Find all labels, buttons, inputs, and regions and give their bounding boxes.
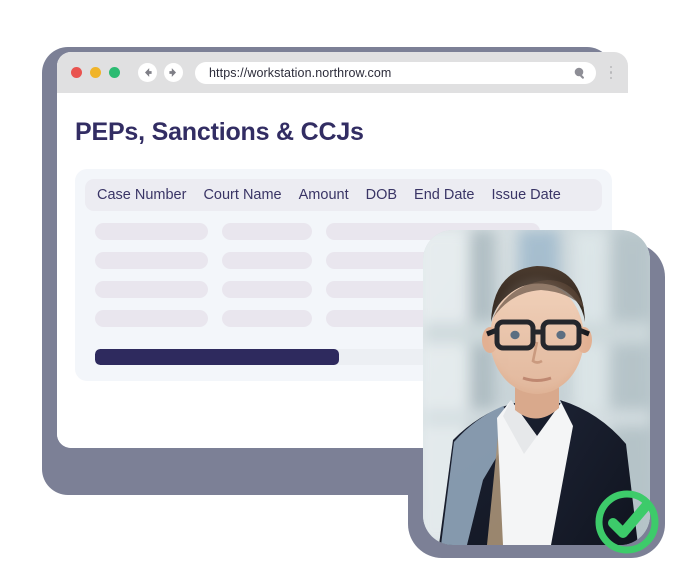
url-text[interactable]: https://workstation.northrow.com: [209, 66, 573, 80]
forward-button[interactable]: [164, 63, 183, 82]
arrow-right-icon: [169, 68, 176, 77]
back-button[interactable]: [138, 63, 157, 82]
column-header-amount[interactable]: Amount: [299, 187, 349, 203]
skeleton-cell: [222, 252, 312, 269]
search-icon[interactable]: [573, 66, 587, 80]
kebab-dot: [609, 76, 613, 80]
skeleton-cell: [95, 223, 208, 240]
check-circle-icon: [595, 490, 659, 554]
traffic-lights: [71, 67, 120, 78]
browser-menu-button[interactable]: [604, 65, 618, 80]
skeleton-cell: [95, 252, 208, 269]
minimize-window-button[interactable]: [90, 67, 101, 78]
arrow-left-icon: [145, 68, 152, 77]
kebab-dot: [609, 65, 613, 69]
browser-toolbar: https://workstation.northrow.com: [57, 52, 628, 93]
kebab-dot: [609, 71, 613, 74]
page-title: PEPs, Sanctions & CCJs: [75, 118, 364, 146]
skeleton-cell: [222, 310, 312, 327]
progress-bar-fill: [95, 349, 339, 365]
table-header-row: Case Number Court Name Amount DOB End Da…: [85, 179, 602, 211]
column-header-case-number[interactable]: Case Number: [97, 187, 186, 203]
maximize-window-button[interactable]: [109, 67, 120, 78]
skeleton-cell: [222, 281, 312, 298]
verified-badge: [592, 487, 662, 557]
navigation-buttons: [138, 63, 183, 82]
column-header-end-date[interactable]: End Date: [414, 187, 474, 203]
column-header-court-name[interactable]: Court Name: [203, 187, 281, 203]
skeleton-cell: [222, 223, 312, 240]
close-window-button[interactable]: [71, 67, 82, 78]
skeleton-cell: [95, 310, 208, 327]
column-header-issue-date[interactable]: Issue Date: [492, 187, 561, 203]
skeleton-cell: [95, 281, 208, 298]
address-bar[interactable]: https://workstation.northrow.com: [195, 61, 596, 84]
screenshot-stage: https://workstation.northrow.com PEPs, S…: [0, 0, 682, 566]
column-header-dob[interactable]: DOB: [366, 187, 397, 203]
